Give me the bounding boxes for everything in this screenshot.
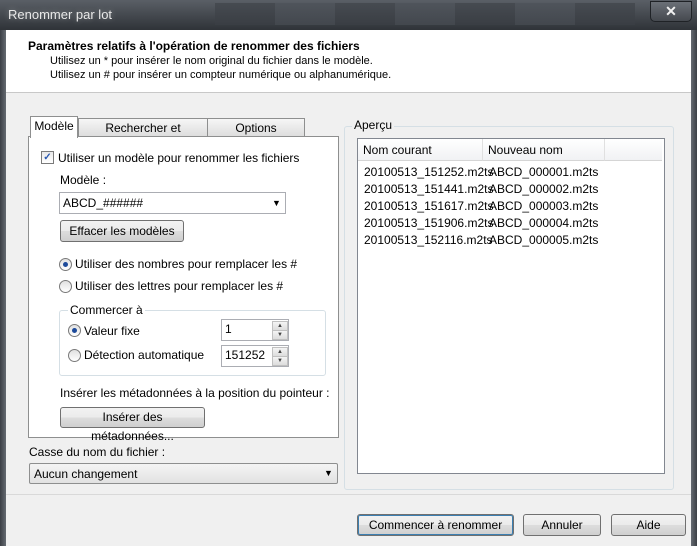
list-item[interactable]: 20100513_152116.m2ts ABCD_000005.m2ts xyxy=(358,232,662,249)
clear-templates-button[interactable]: Effacer les modèles xyxy=(60,220,184,242)
header-hint-hash: Utilisez un # pour insérer un compteur n… xyxy=(50,69,392,81)
column-header-new-name[interactable]: Nouveau nom xyxy=(483,139,605,161)
new-name-cell: ABCD_000001.m2ts xyxy=(489,165,599,179)
start-rename-label: Commencer à renommer xyxy=(368,518,503,532)
new-name-cell: ABCD_000002.m2ts xyxy=(489,182,599,196)
use-template-label: Utiliser un modèle pour renommer les fic… xyxy=(58,151,300,165)
template-label: Modèle : xyxy=(60,173,107,187)
case-label: Casse du nom du fichier : xyxy=(29,445,166,459)
tab-options-avancees[interactable]: Options avancées xyxy=(207,118,305,153)
current-name-cell: 20100513_151617.m2ts xyxy=(364,199,494,213)
auto-detect-label: Détection automatique xyxy=(84,348,205,362)
new-name-cell: ABCD_000003.m2ts xyxy=(489,199,599,213)
header-title: Paramètres relatifs à l'opération de ren… xyxy=(28,39,360,53)
list-item[interactable]: 20100513_151617.m2ts ABCD_000003.m2ts xyxy=(358,198,662,215)
spin-down-icon[interactable]: ▼ xyxy=(272,330,288,340)
fixed-value-label: Valeur fixe xyxy=(84,324,140,338)
radio-numbers-label: Utiliser des nombres pour remplacer les … xyxy=(75,257,298,271)
footer-divider xyxy=(6,494,691,495)
radio-auto-detect[interactable] xyxy=(68,349,81,362)
chevron-down-icon: ▼ xyxy=(324,468,333,478)
window-title: Renommer par lot xyxy=(8,7,113,22)
tab-modele[interactable]: Modèle xyxy=(30,116,78,138)
current-name-cell: 20100513_151252.m2ts xyxy=(364,165,494,179)
tab-rechercher-remplacer[interactable]: Rechercher et remplacer xyxy=(78,118,208,153)
start-at-label: Commercer à xyxy=(68,303,145,317)
spin-down-icon[interactable]: ▼ xyxy=(272,356,288,366)
new-name-cell: ABCD_000004.m2ts xyxy=(489,216,599,230)
help-button[interactable]: Aide xyxy=(611,514,686,536)
use-template-checkbox[interactable]: ✓ xyxy=(41,151,54,164)
blurred-background-window xyxy=(215,3,635,25)
close-button[interactable]: ✕ xyxy=(650,1,692,22)
new-name-cell: ABCD_000005.m2ts xyxy=(489,233,599,247)
list-item[interactable]: 20100513_151441.m2ts ABCD_000002.m2ts xyxy=(358,181,662,198)
insert-metadata-label: Insérer des métadonnées... xyxy=(91,410,174,443)
current-name-cell: 20100513_151906.m2ts xyxy=(364,216,494,230)
title-bar[interactable]: Renommer par lot ✕ xyxy=(0,0,697,30)
start-rename-button[interactable]: Commencer à renommer xyxy=(357,514,514,536)
column-header-current-name[interactable]: Nom courant xyxy=(358,139,483,161)
case-select[interactable]: Aucun changement ▼ xyxy=(29,463,338,484)
template-value: ABCD_###### xyxy=(63,196,144,210)
radio-letters-label: Utiliser des lettres pour remplacer les … xyxy=(75,279,284,293)
radio-numbers[interactable] xyxy=(59,258,72,271)
current-name-cell: 20100513_151441.m2ts xyxy=(364,182,494,196)
fixed-value: 1 xyxy=(225,322,232,336)
insert-metadata-button[interactable]: Insérer des métadonnées... xyxy=(60,407,205,443)
clear-templates-label: Effacer les modèles xyxy=(69,224,175,238)
tab-label: Modèle xyxy=(34,119,74,133)
chevron-down-icon: ▼ xyxy=(272,198,281,208)
header-hint-asterisk: Utilisez un * pour insérer le nom origin… xyxy=(50,55,373,67)
fixed-value-stepper[interactable]: 1 ▲ ▼ xyxy=(221,319,289,341)
check-icon: ✓ xyxy=(43,152,52,163)
close-icon: ✕ xyxy=(665,3,677,19)
dialog-header: Paramètres relatifs à l'opération de ren… xyxy=(6,30,691,93)
column-header-label: Nouveau nom xyxy=(488,143,563,157)
list-item[interactable]: 20100513_151906.m2ts ABCD_000004.m2ts xyxy=(358,215,662,232)
cancel-label: Annuler xyxy=(541,518,583,532)
window-frame-right xyxy=(691,30,697,546)
preview-label: Aperçu xyxy=(352,118,395,132)
window-frame-left xyxy=(0,30,6,546)
preview-list[interactable]: Nom courant Nouveau nom 20100513_151252.… xyxy=(357,138,665,474)
auto-detect-stepper[interactable]: 151252 ▲ ▼ xyxy=(221,345,289,367)
radio-fixed-value[interactable] xyxy=(68,324,81,337)
radio-letters[interactable] xyxy=(59,280,72,293)
column-header-label: Nom courant xyxy=(363,143,432,157)
cancel-button[interactable]: Annuler xyxy=(523,514,601,536)
auto-detect-value: 151252 xyxy=(225,348,266,362)
tab-panel-modele: ✓ Utiliser un modèle pour renommer les f… xyxy=(28,136,339,443)
column-header-filler xyxy=(605,139,662,161)
template-combo[interactable]: ABCD_###### ▼ xyxy=(59,192,286,214)
current-name-cell: 20100513_152116.m2ts xyxy=(364,233,493,247)
metadata-label: Insérer les métadonnées à la position du… xyxy=(60,386,330,400)
list-item[interactable]: 20100513_151252.m2ts ABCD_000001.m2ts xyxy=(358,164,662,181)
help-label: Aide xyxy=(636,518,661,532)
case-value: Aucun changement xyxy=(34,467,138,481)
